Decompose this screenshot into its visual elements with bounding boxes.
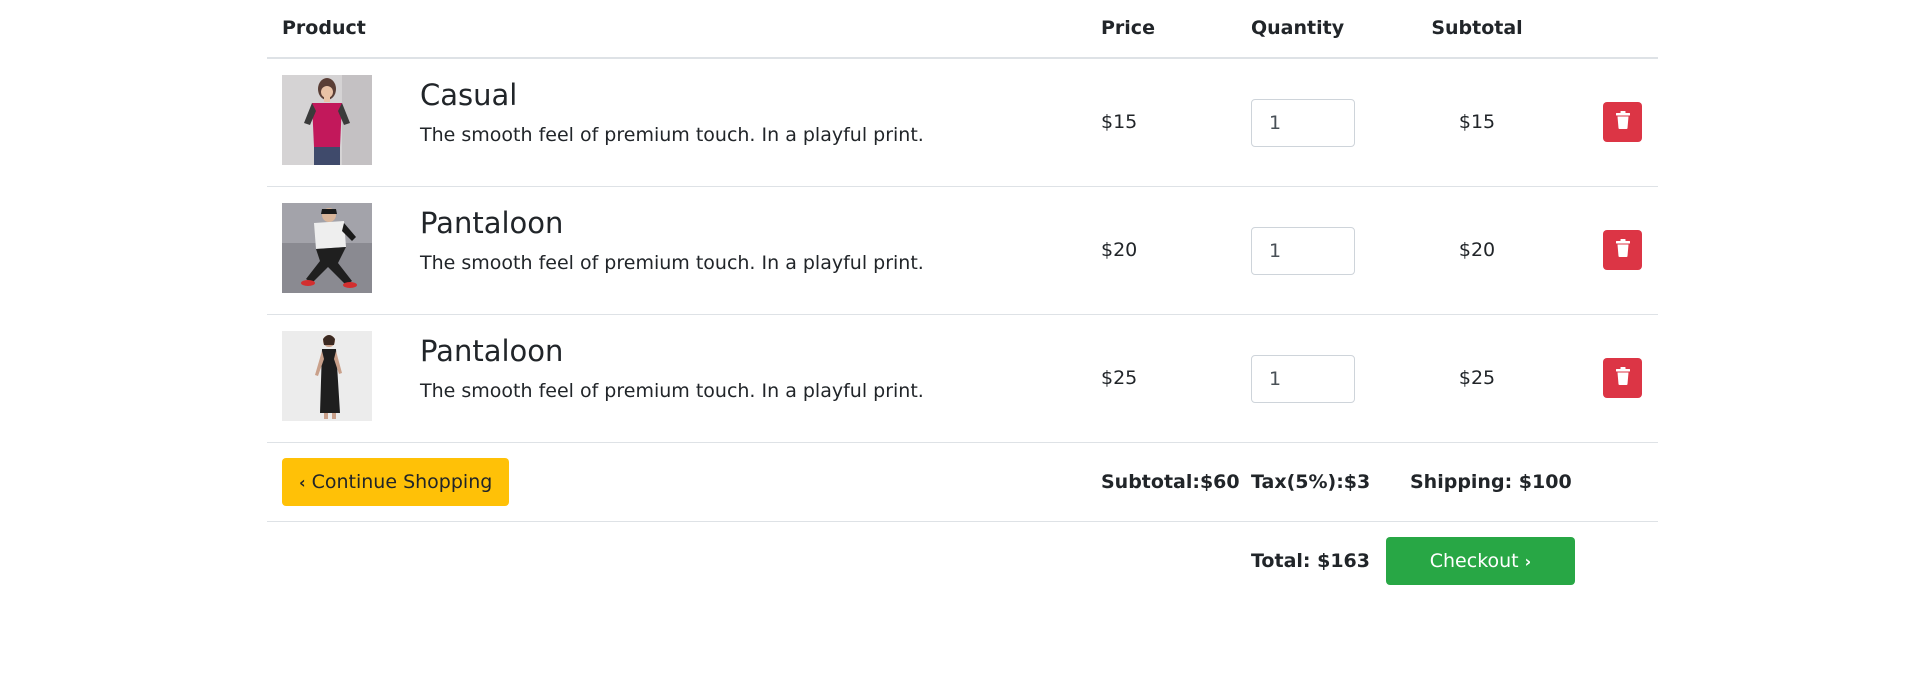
- header-price: Price: [1101, 17, 1155, 39]
- quantity-input[interactable]: [1251, 99, 1355, 147]
- product-description: The smooth feel of premium touch. In a p…: [420, 252, 924, 274]
- header-product: Product: [282, 17, 366, 39]
- cart-total: Total: $163: [1251, 550, 1371, 572]
- table-row: Casual The smooth feel of premium touch.…: [267, 59, 1658, 187]
- checkout-label: Checkout: [1429, 550, 1519, 572]
- cart-tax: Tax(5%):$3: [1251, 471, 1371, 493]
- product-image: [282, 331, 372, 421]
- table-row: Pantaloon The smooth feel of premium tou…: [267, 187, 1658, 315]
- summary-row: ‹ Continue Shopping Subtotal:$60 Tax(5%)…: [267, 443, 1658, 522]
- product-description: The smooth feel of premium touch. In a p…: [420, 380, 924, 402]
- product-description: The smooth feel of premium touch. In a p…: [420, 124, 924, 146]
- product-image: [282, 203, 372, 293]
- table-header: Product Price Quantity Subtotal: [267, 0, 1658, 59]
- row-subtotal: $15: [1458, 111, 1496, 133]
- chevron-left-icon: ‹: [299, 472, 306, 492]
- delete-button[interactable]: [1603, 358, 1642, 398]
- product-price: $20: [1101, 239, 1138, 261]
- cart-shipping: Shipping: $100: [1410, 471, 1572, 493]
- row-subtotal: $20: [1458, 239, 1496, 261]
- trash-icon: [1615, 111, 1631, 133]
- product-name: Pantaloon: [420, 206, 564, 240]
- header-quantity: Quantity: [1251, 17, 1345, 39]
- checkout-button[interactable]: Checkout ›: [1386, 537, 1575, 585]
- quantity-input[interactable]: [1251, 227, 1355, 275]
- cart-subtotal: Subtotal:$60: [1101, 471, 1240, 493]
- continue-shopping-button[interactable]: ‹ Continue Shopping: [282, 458, 510, 506]
- chevron-right-icon: ›: [1524, 551, 1532, 571]
- continue-shopping-label: Continue Shopping: [311, 471, 493, 493]
- product-price: $15: [1101, 111, 1138, 133]
- trash-icon: [1615, 367, 1631, 389]
- product-name: Pantaloon: [420, 334, 564, 368]
- row-subtotal: $25: [1458, 367, 1496, 389]
- product-image: [282, 75, 372, 165]
- quantity-input[interactable]: [1251, 355, 1355, 403]
- trash-icon: [1615, 239, 1631, 261]
- delete-button[interactable]: [1603, 102, 1642, 142]
- shopping-cart-table: Product Price Quantity Subtotal Casual T…: [267, 0, 1658, 602]
- table-row: Pantaloon The smooth feel of premium tou…: [267, 315, 1658, 443]
- product-name: Casual: [420, 78, 518, 112]
- header-subtotal: Subtotal: [1431, 17, 1523, 39]
- product-price: $25: [1101, 367, 1138, 389]
- delete-button[interactable]: [1603, 230, 1642, 270]
- total-row: Total: $163 Checkout ›: [267, 522, 1658, 602]
